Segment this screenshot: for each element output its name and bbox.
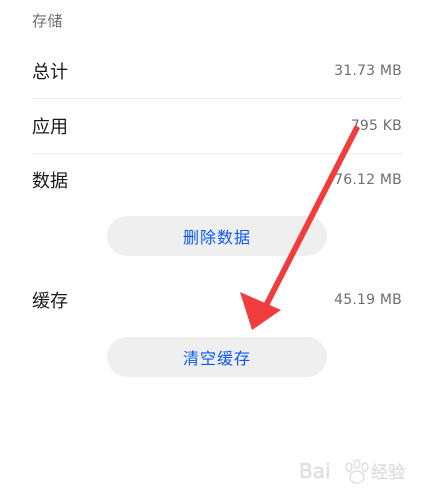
svg-text:Bai: Bai (299, 459, 331, 483)
storage-row-app: 应用 795 KB (32, 99, 402, 153)
row-value-cache: 45.19 MB (334, 292, 402, 308)
row-value-data: 76.12 MB (334, 172, 402, 188)
section-title-storage: 存储 (32, 12, 64, 30)
row-label-total: 总计 (32, 62, 68, 83)
baidu-watermark-icon: Bai 经验 (299, 459, 405, 484)
svg-text:经验: 经验 (371, 463, 405, 483)
storage-settings-screen: 存储 总计 31.73 MB 应用 795 KB 数据 76.12 MB 删除数… (0, 0, 435, 501)
cache-row: 缓存 45.19 MB (32, 273, 402, 327)
row-label-cache: 缓存 (32, 291, 68, 312)
storage-row-data: 数据 76.12 MB (32, 153, 402, 207)
clear-cache-button[interactable]: 清空缓存 (107, 337, 327, 377)
row-label-data: 数据 (32, 171, 68, 192)
storage-row-total: 总计 31.73 MB (32, 44, 402, 98)
row-label-app: 应用 (32, 117, 68, 138)
row-value-app: 795 KB (350, 118, 402, 134)
delete-data-button[interactable]: 删除数据 (107, 216, 327, 256)
row-value-total: 31.73 MB (334, 63, 402, 79)
